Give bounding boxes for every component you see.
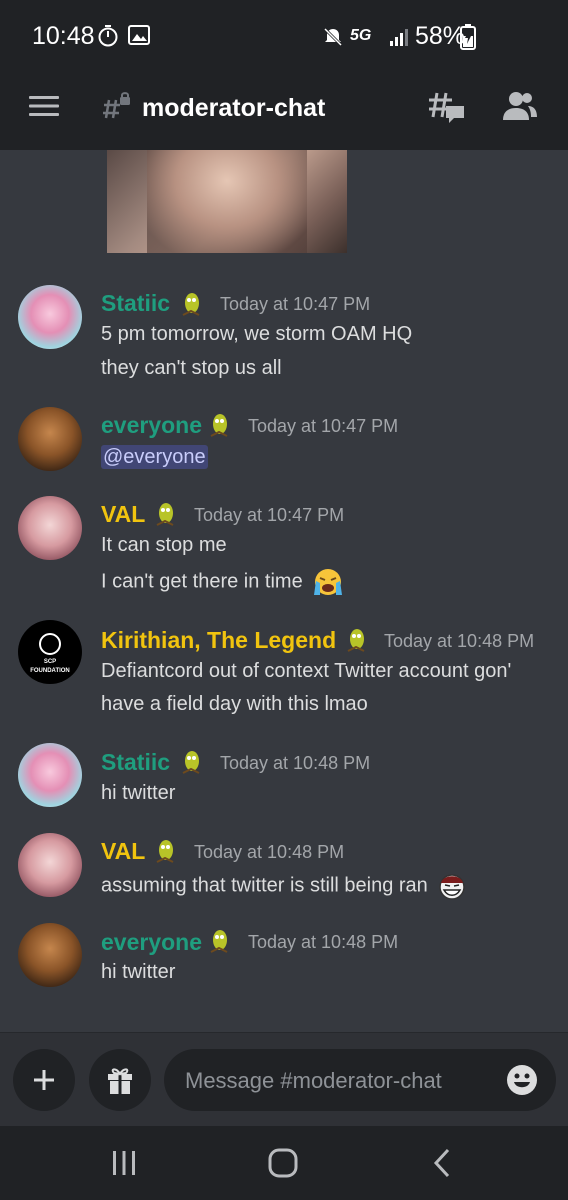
message-input[interactable]: Message #moderator-chat <box>164 1049 556 1111</box>
avatar[interactable] <box>18 923 82 987</box>
message-author[interactable]: everyone <box>101 412 202 439</box>
timer-icon <box>98 25 118 47</box>
avatar[interactable] <box>18 743 82 807</box>
message-item: everyone Today at 10:48 PM hi twitter <box>0 923 568 993</box>
message-item: Statiic Today at 10:47 PM 5 pm tomorrow,… <box>0 283 568 383</box>
message-text: hi twitter <box>101 782 176 804</box>
home-icon[interactable] <box>268 1148 298 1178</box>
crying-emoji <box>314 569 343 595</box>
recent-apps-icon[interactable] <box>110 1150 138 1176</box>
scp-logo-icon <box>39 633 61 655</box>
avatar[interactable]: SCP FOUNDATION <box>18 620 82 684</box>
message-timestamp: Today at 10:47 PM <box>220 294 371 314</box>
battery-icon <box>460 24 476 50</box>
avatar-text-scp: SCP <box>43 659 57 665</box>
pickle-emoji-badge <box>210 930 228 953</box>
mention-everyone[interactable]: @everyone <box>101 445 208 469</box>
message-text: @everyone <box>101 445 208 469</box>
image-attachment[interactable] <box>107 150 347 253</box>
message-item: SCP FOUNDATION Kirithian, The Legend Tod… <box>0 620 568 720</box>
gift-icon <box>108 1068 132 1094</box>
pickle-emoji-badge <box>182 751 200 774</box>
system-nav-bar <box>0 1126 568 1200</box>
status-time: 10:48 <box>32 22 95 50</box>
channel-header: moderator-chat <box>0 74 568 150</box>
message-text: have a field day with this lmao <box>101 693 368 715</box>
message-author[interactable]: VAL <box>101 501 145 528</box>
menu-icon[interactable] <box>29 94 59 118</box>
message-composer: Message #moderator-chat <box>0 1032 568 1126</box>
signal-icon <box>390 29 408 46</box>
emoji-icon[interactable] <box>506 1064 538 1096</box>
network-type: 5G <box>350 27 372 44</box>
channel-title: moderator-chat <box>142 94 326 122</box>
message-timestamp: Today at 10:47 PM <box>194 505 345 525</box>
message-text-row: assuming that twitter is still being ran <box>101 871 467 901</box>
message-timestamp: Today at 10:48 PM <box>194 842 345 862</box>
message-text: I can't get there in time <box>101 570 303 593</box>
avatar-text-foundation: FOUNDATION <box>30 668 70 674</box>
message-item: VAL Today at 10:47 PM It can stop me I c… <box>0 494 568 604</box>
image-attachment-content <box>147 150 307 253</box>
message-list: Statiic Today at 10:47 PM 5 pm tomorrow,… <box>0 150 568 1032</box>
mute-icon <box>323 27 343 47</box>
avatar[interactable] <box>18 496 82 560</box>
image-icon <box>128 25 150 45</box>
message-text: It can stop me <box>101 534 227 556</box>
message-timestamp: Today at 10:47 PM <box>248 416 399 436</box>
add-attachment-button[interactable] <box>13 1049 75 1111</box>
message-text: Defiantcord out of context Twitter accou… <box>101 660 512 682</box>
pickle-emoji-badge <box>182 293 200 316</box>
message-item: everyone Today at 10:47 PM @everyone <box>0 405 568 475</box>
message-text: 5 pm tomorrow, we storm OAM HQ <box>101 323 413 345</box>
message-author[interactable]: Statiic <box>101 290 170 317</box>
message-timestamp: Today at 10:48 PM <box>248 932 399 952</box>
plus-icon <box>34 1070 54 1090</box>
pickle-emoji-badge <box>210 414 228 437</box>
message-text-row: I can't get there in time <box>101 567 344 597</box>
message-text: they can't stop us all <box>101 357 282 379</box>
message-input-placeholder: Message #moderator-chat <box>185 1068 442 1093</box>
avatar[interactable] <box>18 285 82 349</box>
gift-button[interactable] <box>89 1049 151 1111</box>
pickle-emoji-badge <box>156 840 174 863</box>
message-item: Statiic Today at 10:48 PM hi twitter <box>0 743 568 813</box>
message-text: assuming that twitter is still being ran <box>101 874 428 897</box>
pickle-emoji-badge <box>347 629 365 652</box>
message-author[interactable]: VAL <box>101 838 145 865</box>
top-bar: 10:48 5G 58% moderator-chat <box>0 0 568 150</box>
message-author[interactable]: Statiic <box>101 749 170 776</box>
threads-icon[interactable] <box>428 90 466 126</box>
back-icon[interactable] <box>432 1148 452 1178</box>
message-item: VAL Today at 10:48 PM assuming that twit… <box>0 833 568 903</box>
message-timestamp: Today at 10:48 PM <box>384 631 535 651</box>
avatar[interactable] <box>18 407 82 471</box>
status-bar: 10:48 5G 58% <box>0 0 568 74</box>
message-timestamp: Today at 10:48 PM <box>220 753 371 773</box>
members-icon[interactable] <box>502 90 538 122</box>
message-author[interactable]: Kirithian, The Legend <box>101 627 336 654</box>
trollface-emoji <box>439 874 466 900</box>
message-author[interactable]: everyone <box>101 929 202 956</box>
locked-hashtag-icon <box>103 92 130 119</box>
message-text: hi twitter <box>101 961 176 983</box>
avatar[interactable] <box>18 833 82 897</box>
pickle-emoji-badge <box>156 503 174 526</box>
battery-percent: 58% <box>415 22 466 50</box>
